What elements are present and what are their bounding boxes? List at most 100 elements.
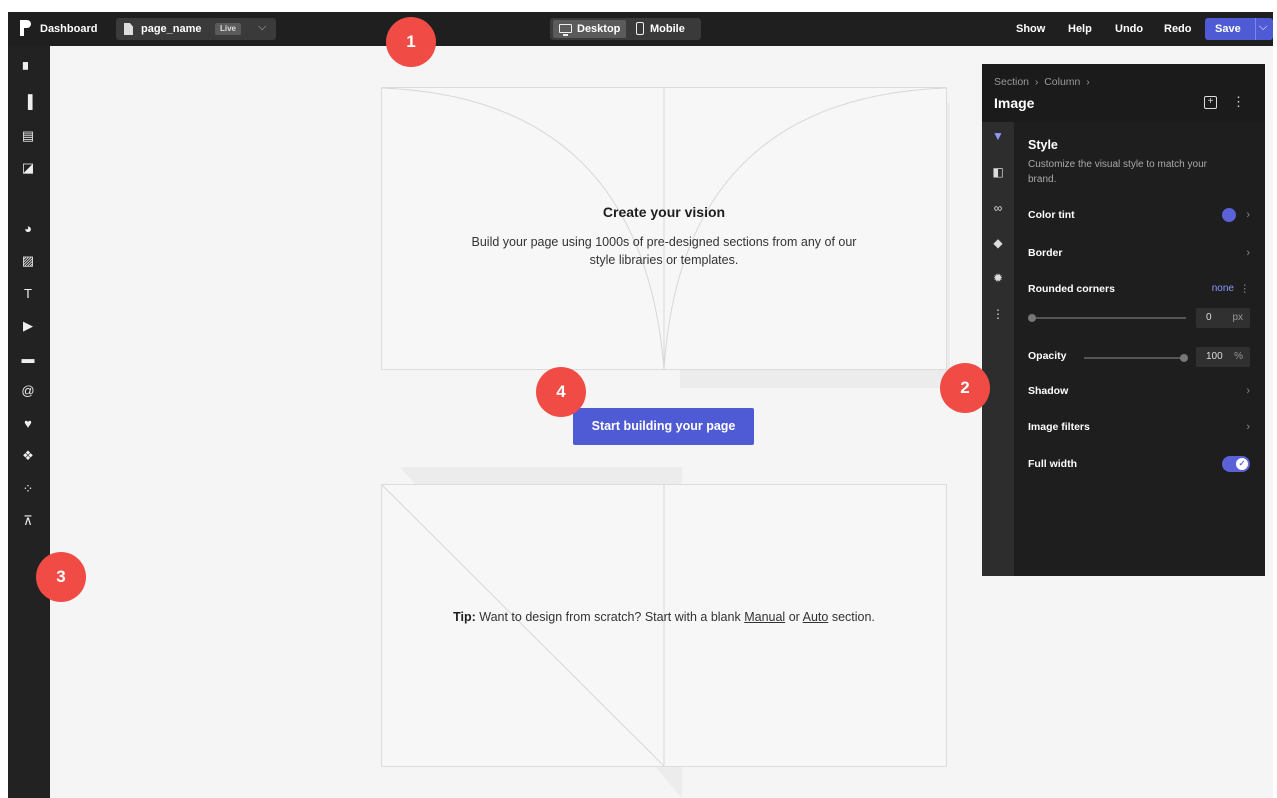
email-icon[interactable]: @ [20,383,36,399]
marker-1: 1 [386,17,436,67]
link-tab-icon[interactable]: ∞ [990,200,1006,216]
pages-icon[interactable]: ▘ [20,62,36,78]
style-panel-body: Style Customize the visual style to matc… [1014,122,1265,576]
sections-icon[interactable]: ▤ [20,128,36,144]
layout-tab-icon[interactable]: ◧ [990,164,1006,180]
chevron-right-icon: › [1246,385,1250,397]
color-tint-swatch[interactable] [1222,208,1236,222]
more-options-icon[interactable]: ⋮ [1232,94,1245,110]
tip-or: or [788,610,800,624]
redo-button[interactable]: Redo [1164,23,1192,35]
page-icon[interactable]: ▐ [20,94,36,110]
form-icon[interactable]: ▬ [20,351,36,367]
desktop-view-button[interactable]: Desktop [553,20,626,38]
dashboard-link[interactable]: Dashboard [40,23,97,35]
show-button[interactable]: Show [1016,23,1045,35]
more-tabs-icon[interactable]: ⋮ [990,306,1006,322]
live-badge: Live [215,23,242,35]
app-logo[interactable] [20,20,32,36]
opacity-label: Opacity [1028,350,1067,362]
opacity-unit: % [1234,351,1243,362]
image-filters-row[interactable]: Image filters › [1028,421,1250,433]
manual-section-link[interactable]: Manual [744,610,785,624]
properties-panel: Section › Column › Image + ⋮ ▼ ◧ ∞ ◆ ✹ ⋮… [982,64,1265,576]
section-title: Style [1028,138,1058,152]
desktop-icon [559,24,572,36]
section-description: Customize the visual style to match your… [1028,159,1207,185]
save-divider [1255,18,1256,40]
rounded-options-icon[interactable]: ⋮ [1240,283,1251,295]
save-label: Save [1215,23,1241,35]
hero-description: Build your page using 1000s of pre-desig… [471,235,857,267]
save-button[interactable]: Save ⌵ [1205,18,1273,40]
panel-title: Image [994,95,1035,111]
device-switcher: Desktop Mobile [550,18,701,40]
start-building-button[interactable]: Start building your page [573,408,754,445]
page-selector[interactable]: page_name Live ⌵ [116,18,276,40]
tip-text: Tip: Want to design from scratch? Start … [382,610,946,624]
breadcrumb-section[interactable]: Section [994,76,1029,88]
video-icon[interactable]: ▶ [20,318,36,334]
opacity-slider-track[interactable] [1084,357,1186,359]
undo-button[interactable]: Undo [1115,23,1143,35]
hero-title: Create your vision [602,204,726,220]
panel-header: Section › Column › Image + ⋮ [982,64,1265,122]
corner-radius-input[interactable]: 0 px [1196,308,1250,328]
help-button[interactable]: Help [1068,23,1092,35]
animation-tab-icon[interactable]: ◆ [990,235,1006,251]
components-icon[interactable]: ❖ [20,448,36,464]
cart-icon[interactable]: ⊼ [20,513,36,529]
heart-icon[interactable]: ♥ [20,416,36,432]
chevron-right-icon: › [1246,209,1250,221]
save-options-chevron-icon[interactable]: ⌵ [1259,21,1267,34]
settings-tab-icon[interactable]: ✹ [990,270,1006,286]
text-icon[interactable]: T [20,286,36,302]
saved-sections-icon[interactable]: ◪ [20,160,36,176]
corner-slider-track[interactable] [1036,317,1186,319]
tip-suffix: section. [831,610,875,624]
chevron-right-icon: › [1246,421,1250,433]
image-icon[interactable]: ▨ [20,253,36,269]
color-tint-row[interactable]: Color tint › [1028,208,1250,222]
document-icon [124,23,133,35]
style-tab-icon[interactable]: ▼ [990,128,1006,144]
opacity-input[interactable]: 100 % [1196,347,1250,367]
mobile-view-button[interactable]: Mobile [630,20,698,38]
tip-body: Want to design from scratch? Start with … [479,610,741,624]
breadcrumb: Section › Column › [994,76,1090,88]
marker-3: 3 [36,552,86,602]
apps-icon[interactable]: ⁘ [20,481,36,497]
left-toolbar: ▘ ▐ ▤ ◪ ◕ ▨ T ▶ ▬ @ ♥ ❖ ⁘ ⊼ [8,46,50,798]
image-filters-label: Image filters [1028,421,1090,433]
tip-label: Tip: [453,610,476,624]
opacity-slider-knob[interactable] [1180,354,1188,362]
shapes-icon[interactable]: ◕ [20,221,36,237]
chevron-right-icon: › [1246,247,1250,259]
marker-2: 2 [940,363,990,413]
check-icon: ✓ [1236,458,1248,470]
full-width-row: Full width ✓ [1028,456,1250,472]
color-tint-label: Color tint [1028,209,1075,221]
page-name: page_name [141,23,202,35]
auto-section-link[interactable]: Auto [803,610,829,624]
top-bar: Dashboard page_name Live ⌵ Desktop Mobil… [8,12,1273,46]
full-width-toggle[interactable]: ✓ [1222,456,1250,472]
rounded-corners-value[interactable]: none [1212,283,1234,294]
mobile-icon [636,22,644,35]
marker-4: 4 [536,367,586,417]
blank-placeholder-section[interactable]: Tip: Want to design from scratch? Start … [381,484,947,767]
placeholder-lines [382,88,946,369]
shadow-label: Shadow [1028,385,1069,397]
duplicate-icon[interactable]: + [1204,96,1217,109]
mobile-label: Mobile [650,23,685,35]
border-label: Border [1028,247,1063,259]
opacity-value: 100 [1206,351,1223,362]
rounded-corners-row: Rounded corners none ⋮ [1028,283,1250,295]
border-row[interactable]: Border › [1028,247,1250,259]
desktop-label: Desktop [577,23,621,35]
hero-placeholder-section[interactable]: Create your vision Build your page using… [381,87,947,370]
corner-slider-knob[interactable] [1028,314,1036,322]
chevron-down-icon[interactable]: ⌵ [258,21,266,34]
shadow-row[interactable]: Shadow › [1028,385,1250,397]
breadcrumb-column[interactable]: Column [1044,76,1080,88]
